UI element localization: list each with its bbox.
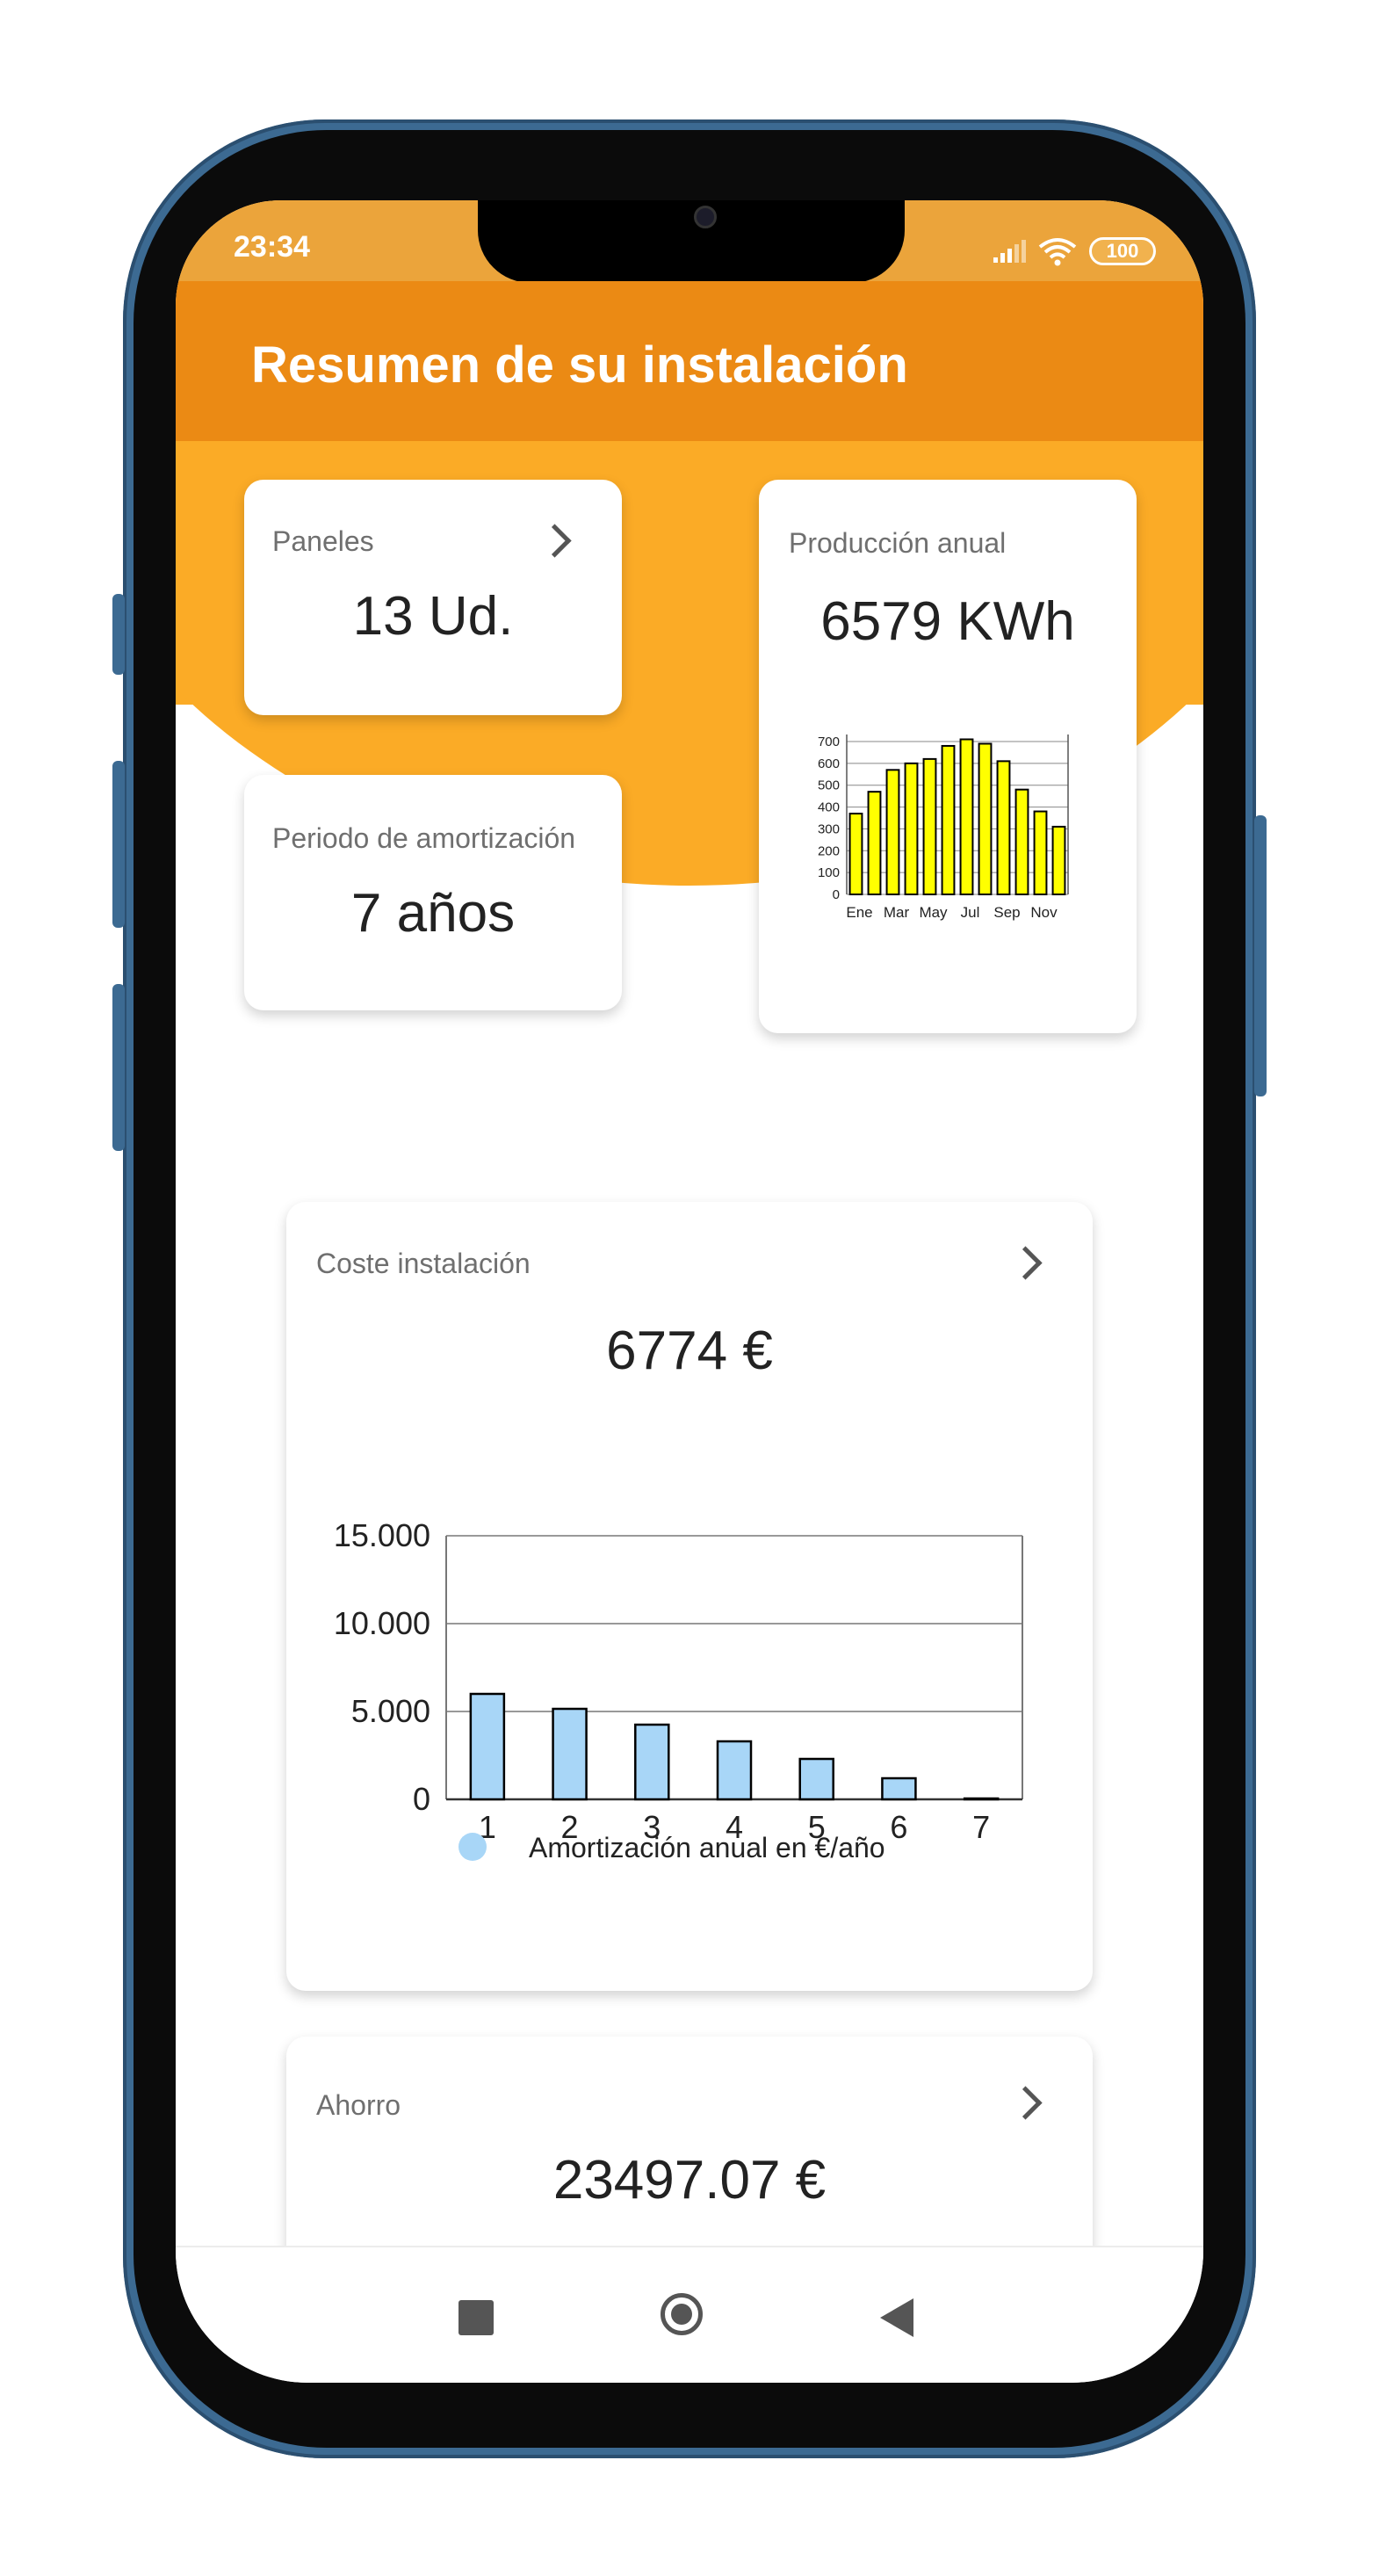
volume-up-button — [112, 761, 125, 928]
savings-label: Ahorro — [316, 2089, 401, 2121]
signal-icon — [993, 240, 1026, 263]
production-value: 6579 KWh — [820, 591, 1075, 652]
y-tick-label: 100 — [818, 865, 840, 880]
x-tick-label: 7 — [972, 1809, 990, 1845]
bar-Sep — [996, 760, 1011, 895]
savings-value: 23497.07 € — [552, 2150, 827, 2211]
chevron-right-icon[interactable] — [1008, 2086, 1043, 2120]
cost-value: 6774 € — [606, 1321, 773, 1381]
navigation-bar — [176, 2246, 1203, 2383]
legend-marker — [458, 1833, 487, 1861]
y-tick-label: 5.000 — [351, 1693, 430, 1729]
x-tick-label: Ene — [846, 904, 872, 921]
x-tick-label: Mar — [884, 904, 910, 921]
bar-year-2 — [552, 1707, 588, 1801]
bar-Ene — [848, 813, 863, 895]
battery-icon: 100 — [1089, 237, 1156, 265]
panels-value: 13 Ud. — [352, 586, 514, 647]
amortization-chart: 05.00010.00015.0001 2 3 4 5 6 7Amortización an… — [334, 1518, 1023, 1863]
x-tick-label: Nov — [1030, 904, 1058, 921]
home-icon[interactable] — [661, 2293, 703, 2335]
production-label: Producción anual — [789, 527, 1007, 559]
payback-label: Periodo de amortización — [272, 822, 576, 854]
y-tick-label: 300 — [818, 821, 840, 836]
chevron-right-icon[interactable] — [1008, 1246, 1043, 1280]
bar-May — [922, 757, 937, 896]
bar-Oct — [1014, 788, 1029, 895]
y-tick-label: 0 — [833, 887, 840, 902]
y-tick-label: 200 — [818, 843, 840, 858]
bar-Ago — [978, 742, 993, 895]
bar-year-1 — [469, 1692, 506, 1801]
x-tick-label: Sep — [993, 904, 1020, 921]
bar-year-5 — [798, 1757, 834, 1801]
bar-Feb — [867, 791, 882, 895]
front-camera — [694, 206, 717, 228]
recent-apps-icon[interactable] — [458, 2300, 494, 2335]
y-tick-label: 10.000 — [334, 1605, 430, 1641]
status-icons: 100 — [993, 235, 1156, 267]
x-tick-label: May — [919, 904, 948, 921]
x-tick-label: 6 — [890, 1809, 907, 1845]
bar-Jun — [941, 744, 956, 895]
status-time: 23:34 — [234, 230, 310, 264]
page-title: Resumen de su instalación — [251, 336, 908, 394]
bar-Jul — [959, 738, 974, 896]
production-card: Producción anual 6579 KWh 0 100 200 300 400 5… — [759, 480, 1137, 1033]
bar-Mar — [885, 769, 900, 895]
bar-Nov — [1033, 810, 1048, 895]
wifi-icon — [1038, 238, 1077, 266]
y-tick-label: 700 — [818, 734, 840, 749]
chevron-right-icon[interactable] — [538, 524, 572, 558]
monthly-production-chart: 0 100 200 300 400 500 600 700 Ene Mar May Jul Sep Nov — [818, 734, 1069, 921]
y-tick-label: 15.000 — [334, 1518, 430, 1553]
bar-Abr — [904, 762, 919, 895]
back-icon[interactable] — [880, 2298, 913, 2337]
volume-down-button — [112, 984, 125, 1151]
mute-switch — [112, 594, 125, 675]
panels-card[interactable]: Paneles 13 Ud. — [244, 480, 622, 715]
legend-label: Amortización anual en €/año — [529, 1832, 885, 1863]
y-tick-label: 500 — [818, 778, 840, 793]
y-tick-label: 0 — [413, 1781, 430, 1817]
camera-notch — [478, 200, 905, 283]
bar-year-4 — [716, 1740, 753, 1801]
battery-level: 100 — [1106, 240, 1139, 262]
panels-label: Paneles — [272, 525, 374, 557]
bar-Dic — [1051, 825, 1066, 895]
bar-year-6 — [881, 1776, 917, 1801]
cost-card[interactable]: Coste instalación 6774 € 0 5.000 10.000 15.… — [286, 1202, 1093, 1991]
payback-value: 7 años — [350, 883, 516, 944]
app-bar: Resumen de su instalación — [176, 281, 1203, 441]
y-tick-label: 400 — [818, 800, 840, 815]
y-tick-label: 600 — [818, 756, 840, 771]
x-tick-label: Jul — [961, 904, 980, 921]
payback-card: Periodo de amortización 7 años — [244, 775, 622, 1010]
bar-year-7 — [963, 1797, 1000, 1801]
cost-label: Coste instalación — [316, 1248, 531, 1279]
power-button — [1254, 815, 1267, 1096]
phone-screen: 23:34 100 Resumen de su instalación Pane… — [176, 200, 1203, 2383]
bar-year-3 — [634, 1723, 670, 1801]
